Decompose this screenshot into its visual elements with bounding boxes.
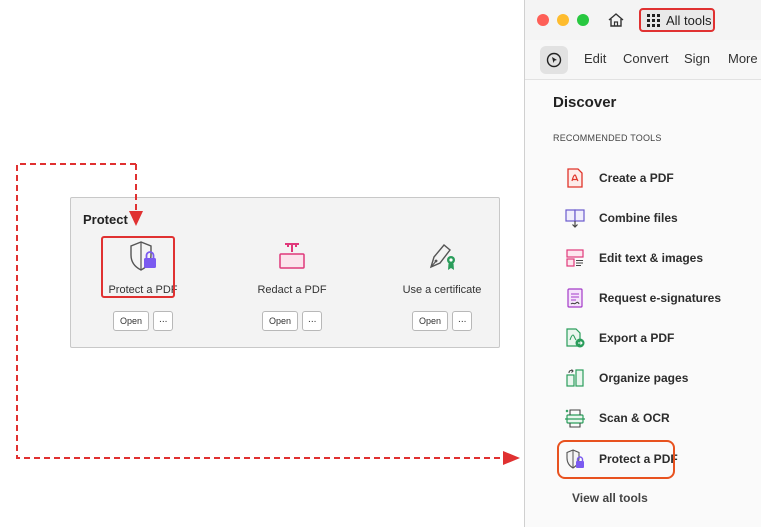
protect-pdf-tool-highlight	[557, 440, 675, 479]
panel-title: Protect	[83, 212, 128, 227]
all-tools-label: All tools	[666, 12, 712, 28]
open-button[interactable]: Open	[412, 311, 448, 331]
edit-text-icon	[563, 246, 587, 270]
more-options-button[interactable]: ···	[302, 311, 322, 331]
tool-card-use-certificate[interactable]: Use a certificate Open ···	[367, 236, 517, 336]
tool-label: Create a PDF	[599, 171, 674, 185]
tool-label: Edit text & images	[599, 251, 704, 265]
title-bar: All tools	[525, 0, 761, 40]
discover-heading: Discover	[553, 94, 617, 111]
minimize-window-button[interactable]	[557, 14, 569, 26]
close-window-button[interactable]	[537, 14, 549, 26]
tool-card-redact-pdf[interactable]: Redact a PDF Open ···	[217, 236, 367, 336]
select-cursor-button[interactable]	[540, 46, 568, 74]
tool-label: Redact a PDF	[257, 284, 327, 296]
e-signature-icon	[563, 286, 587, 310]
tool-create-pdf[interactable]: Create a PDF	[563, 163, 674, 193]
tool-scan-ocr[interactable]: Scan & OCR	[563, 403, 670, 433]
menu-convert[interactable]: Convert	[623, 51, 669, 66]
redact-icon	[274, 238, 310, 274]
certificate-pen-icon	[424, 238, 460, 274]
open-button[interactable]: Open	[113, 311, 149, 331]
tool-label: Request e-signatures	[599, 291, 722, 305]
tool-request-esignatures[interactable]: Request e-signatures	[563, 283, 721, 313]
export-pdf-icon	[563, 326, 587, 350]
tool-edit-text-images[interactable]: Edit text & images	[563, 243, 703, 273]
quick-toolbar: Edit Convert Sign More	[525, 40, 761, 80]
organize-pages-icon	[563, 366, 587, 390]
tool-label: Organize pages	[599, 371, 689, 385]
more-options-button[interactable]: ···	[153, 311, 173, 331]
tool-combine-files[interactable]: Combine files	[563, 203, 678, 233]
open-button[interactable]: Open	[262, 311, 298, 331]
protect-pdf-highlight	[101, 236, 175, 298]
menu-sign[interactable]: Sign	[684, 51, 710, 66]
all-tools-button[interactable]: All tools	[639, 8, 715, 32]
tool-label: Scan & OCR	[599, 411, 670, 425]
tool-organize-pages[interactable]: Organize pages	[563, 363, 688, 393]
scan-ocr-icon	[563, 406, 587, 430]
more-options-button[interactable]: ···	[452, 311, 472, 331]
zoom-window-button[interactable]	[577, 14, 589, 26]
menu-edit[interactable]: Edit	[584, 51, 606, 66]
tool-label: Use a certificate	[402, 284, 482, 296]
menu-more[interactable]: More	[728, 51, 758, 66]
create-pdf-icon	[563, 166, 587, 190]
home-icon[interactable]	[606, 10, 626, 30]
grid-icon	[647, 13, 660, 27]
tool-label: Export a PDF	[599, 331, 675, 345]
recommended-tools-label: RECOMMENDED TOOLS	[553, 133, 662, 143]
arrow-right-icon	[503, 451, 520, 465]
tool-export-pdf[interactable]: Export a PDF	[563, 323, 674, 353]
combine-files-icon	[563, 206, 587, 230]
cursor-icon	[546, 52, 562, 68]
view-all-tools-link[interactable]: View all tools	[572, 491, 648, 505]
tool-label: Combine files	[599, 211, 678, 225]
